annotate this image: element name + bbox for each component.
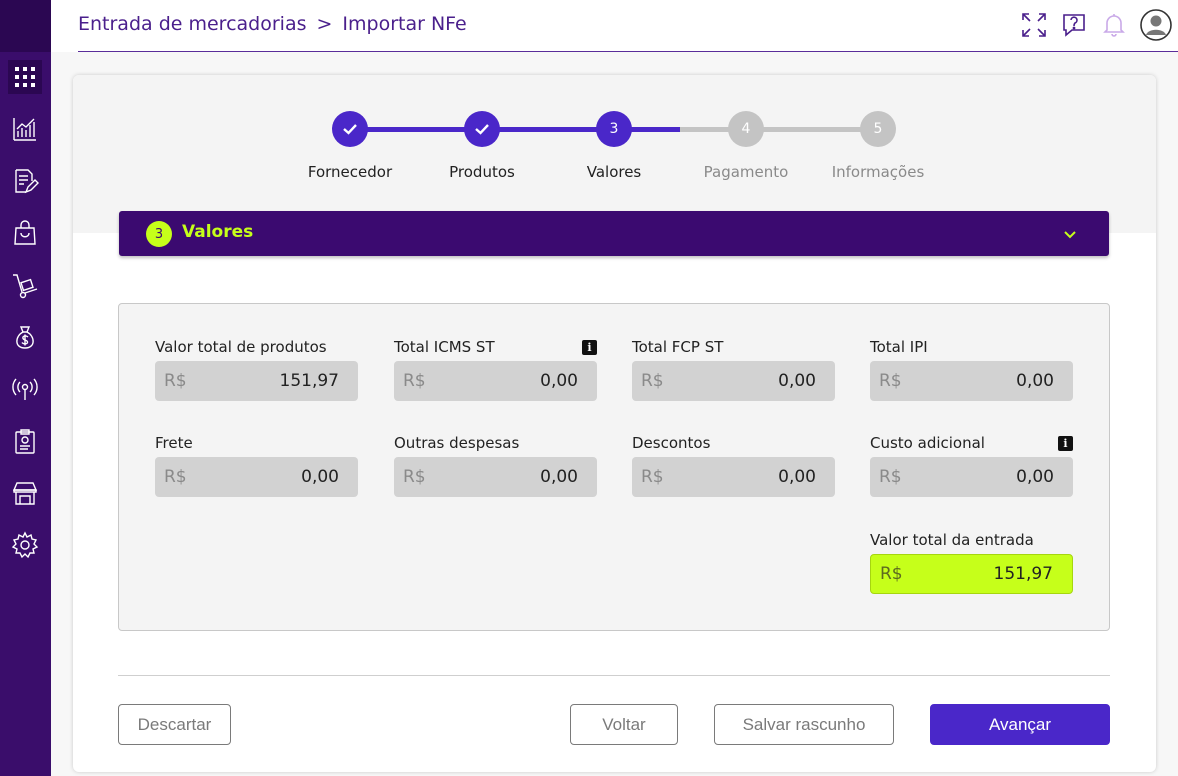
field-value: 0,00 <box>1016 371 1054 391</box>
field-value: 151,97 <box>279 371 339 391</box>
back-button[interactable]: Voltar <box>570 704 678 745</box>
outras-despesas-input[interactable]: R$ 0,00 <box>394 457 597 497</box>
field-total-ipi: Total IPI R$ 0,00 <box>870 337 1073 401</box>
field-label: Valor total da entrada <box>870 531 1034 549</box>
step-4-pagamento[interactable]: 4 <box>728 111 764 147</box>
values-panel: Valor total de produtos R$ 151,97 Total … <box>118 303 1110 631</box>
step-label-produtos: Produtos <box>449 163 515 181</box>
help-chat-icon[interactable] <box>1060 11 1088 39</box>
sidebar-top <box>0 0 51 52</box>
money-bag-icon[interactable] <box>8 320 42 354</box>
currency-prefix: R$ <box>403 467 426 487</box>
fullscreen-icon[interactable] <box>1020 11 1048 39</box>
field-value: 0,00 <box>540 371 578 391</box>
custo-adicional-input[interactable]: R$ 0,00 <box>870 457 1073 497</box>
section-number-badge: 3 <box>146 221 172 247</box>
sidebar <box>0 0 51 776</box>
apps-grid-icon[interactable] <box>8 60 42 94</box>
check-icon <box>343 124 357 135</box>
total-icms-st-input[interactable]: R$ 0,00 <box>394 361 597 401</box>
clipboard-icon[interactable] <box>8 424 42 458</box>
broadcast-icon[interactable] <box>8 372 42 406</box>
section-header-valores[interactable]: 3 Valores <box>119 211 1109 256</box>
step-connector-2 <box>482 127 614 132</box>
field-frete: Frete R$ 0,00 <box>155 433 358 497</box>
field-outras-despesas: Outras despesas R$ 0,00 <box>394 433 597 497</box>
field-label: Total FCP ST <box>632 338 724 356</box>
currency-prefix: R$ <box>641 371 664 391</box>
user-avatar-icon[interactable] <box>1140 9 1172 41</box>
field-value: 151,97 <box>993 564 1053 584</box>
field-label: Valor total de produtos <box>155 338 327 356</box>
field-descontos: Descontos R$ 0,00 <box>632 433 835 497</box>
currency-prefix: R$ <box>403 371 426 391</box>
save-draft-button[interactable]: Salvar rascunho <box>714 704 894 745</box>
notification-bell-icon[interactable] <box>1100 11 1128 39</box>
chevron-down-icon[interactable] <box>1061 225 1079 243</box>
field-value: 0,00 <box>778 371 816 391</box>
header-divider <box>78 51 1178 52</box>
total-ipi-input[interactable]: R$ 0,00 <box>870 361 1073 401</box>
gear-icon[interactable] <box>8 528 42 562</box>
footer-divider <box>118 675 1110 676</box>
field-label: Frete <box>155 434 193 452</box>
total-fcp-st-input[interactable]: R$ 0,00 <box>632 361 835 401</box>
field-label: Total IPI <box>870 338 928 356</box>
top-header: Entrada de mercadorias > Importar NFe <box>51 0 1178 52</box>
check-icon <box>475 124 489 135</box>
field-label: Descontos <box>632 434 711 452</box>
field-value: 0,00 <box>1016 467 1054 487</box>
frete-input[interactable]: R$ 0,00 <box>155 457 358 497</box>
step-2-produtos[interactable] <box>464 111 500 147</box>
shopping-bag-icon[interactable] <box>8 216 42 250</box>
currency-prefix: R$ <box>164 371 187 391</box>
step-connector-4 <box>746 127 878 132</box>
store-icon[interactable] <box>8 476 42 510</box>
field-label: Outras despesas <box>394 434 520 452</box>
currency-prefix: R$ <box>164 467 187 487</box>
descontos-input[interactable]: R$ 0,00 <box>632 457 835 497</box>
valor-total-entrada-display: R$ 151,97 <box>870 554 1073 594</box>
step-number: 4 <box>741 121 751 137</box>
info-icon[interactable]: i <box>582 340 597 355</box>
valor-total-produtos-input[interactable]: R$ 151,97 <box>155 361 358 401</box>
step-number: 3 <box>609 121 619 137</box>
breadcrumb-parent-link[interactable]: Entrada de mercadorias <box>78 13 306 35</box>
field-total-icms-st: Total ICMS ST i R$ 0,00 <box>394 337 597 401</box>
field-value: 0,00 <box>778 467 816 487</box>
step-label-fornecedor: Fornecedor <box>307 163 393 181</box>
step-label-valores: Valores <box>586 163 642 181</box>
step-label-pagamento: Pagamento <box>703 163 789 181</box>
step-1-fornecedor[interactable] <box>332 111 368 147</box>
discard-button[interactable]: Descartar <box>118 704 231 745</box>
breadcrumb: Entrada de mercadorias > Importar NFe <box>78 13 467 35</box>
hand-truck-icon[interactable] <box>8 268 42 302</box>
document-edit-icon[interactable] <box>8 164 42 198</box>
currency-prefix: R$ <box>641 467 664 487</box>
field-value: 0,00 <box>540 467 578 487</box>
step-number: 5 <box>873 121 883 137</box>
field-valor-total-produtos: Valor total de produtos R$ 151,97 <box>155 337 358 401</box>
field-valor-total-entrada: Valor total da entrada R$ 151,97 <box>870 530 1073 594</box>
field-value: 0,00 <box>301 467 339 487</box>
step-5-informacoes[interactable]: 5 <box>860 111 896 147</box>
stepper: 3 4 5 Fornecedor Produtos Valores Pagame… <box>73 75 1156 205</box>
next-button[interactable]: Avançar <box>930 704 1110 745</box>
info-icon[interactable]: i <box>1058 436 1073 451</box>
section-title: Valores <box>182 222 254 242</box>
step-label-informacoes: Informações <box>831 163 925 181</box>
breadcrumb-separator: > <box>316 13 333 35</box>
currency-prefix: R$ <box>880 564 903 584</box>
step-connector-1 <box>350 127 482 132</box>
chart-icon[interactable] <box>8 112 42 146</box>
currency-prefix: R$ <box>879 467 902 487</box>
field-label: Total ICMS ST <box>394 338 495 356</box>
main-card: 3 4 5 Fornecedor Produtos Valores Pagame… <box>73 75 1156 772</box>
breadcrumb-current: Importar NFe <box>342 13 467 35</box>
field-label: Custo adicional <box>870 434 985 452</box>
field-total-fcp-st: Total FCP ST R$ 0,00 <box>632 337 835 401</box>
step-3-valores[interactable]: 3 <box>596 111 632 147</box>
currency-prefix: R$ <box>879 371 902 391</box>
field-custo-adicional: Custo adicional i R$ 0,00 <box>870 433 1073 497</box>
